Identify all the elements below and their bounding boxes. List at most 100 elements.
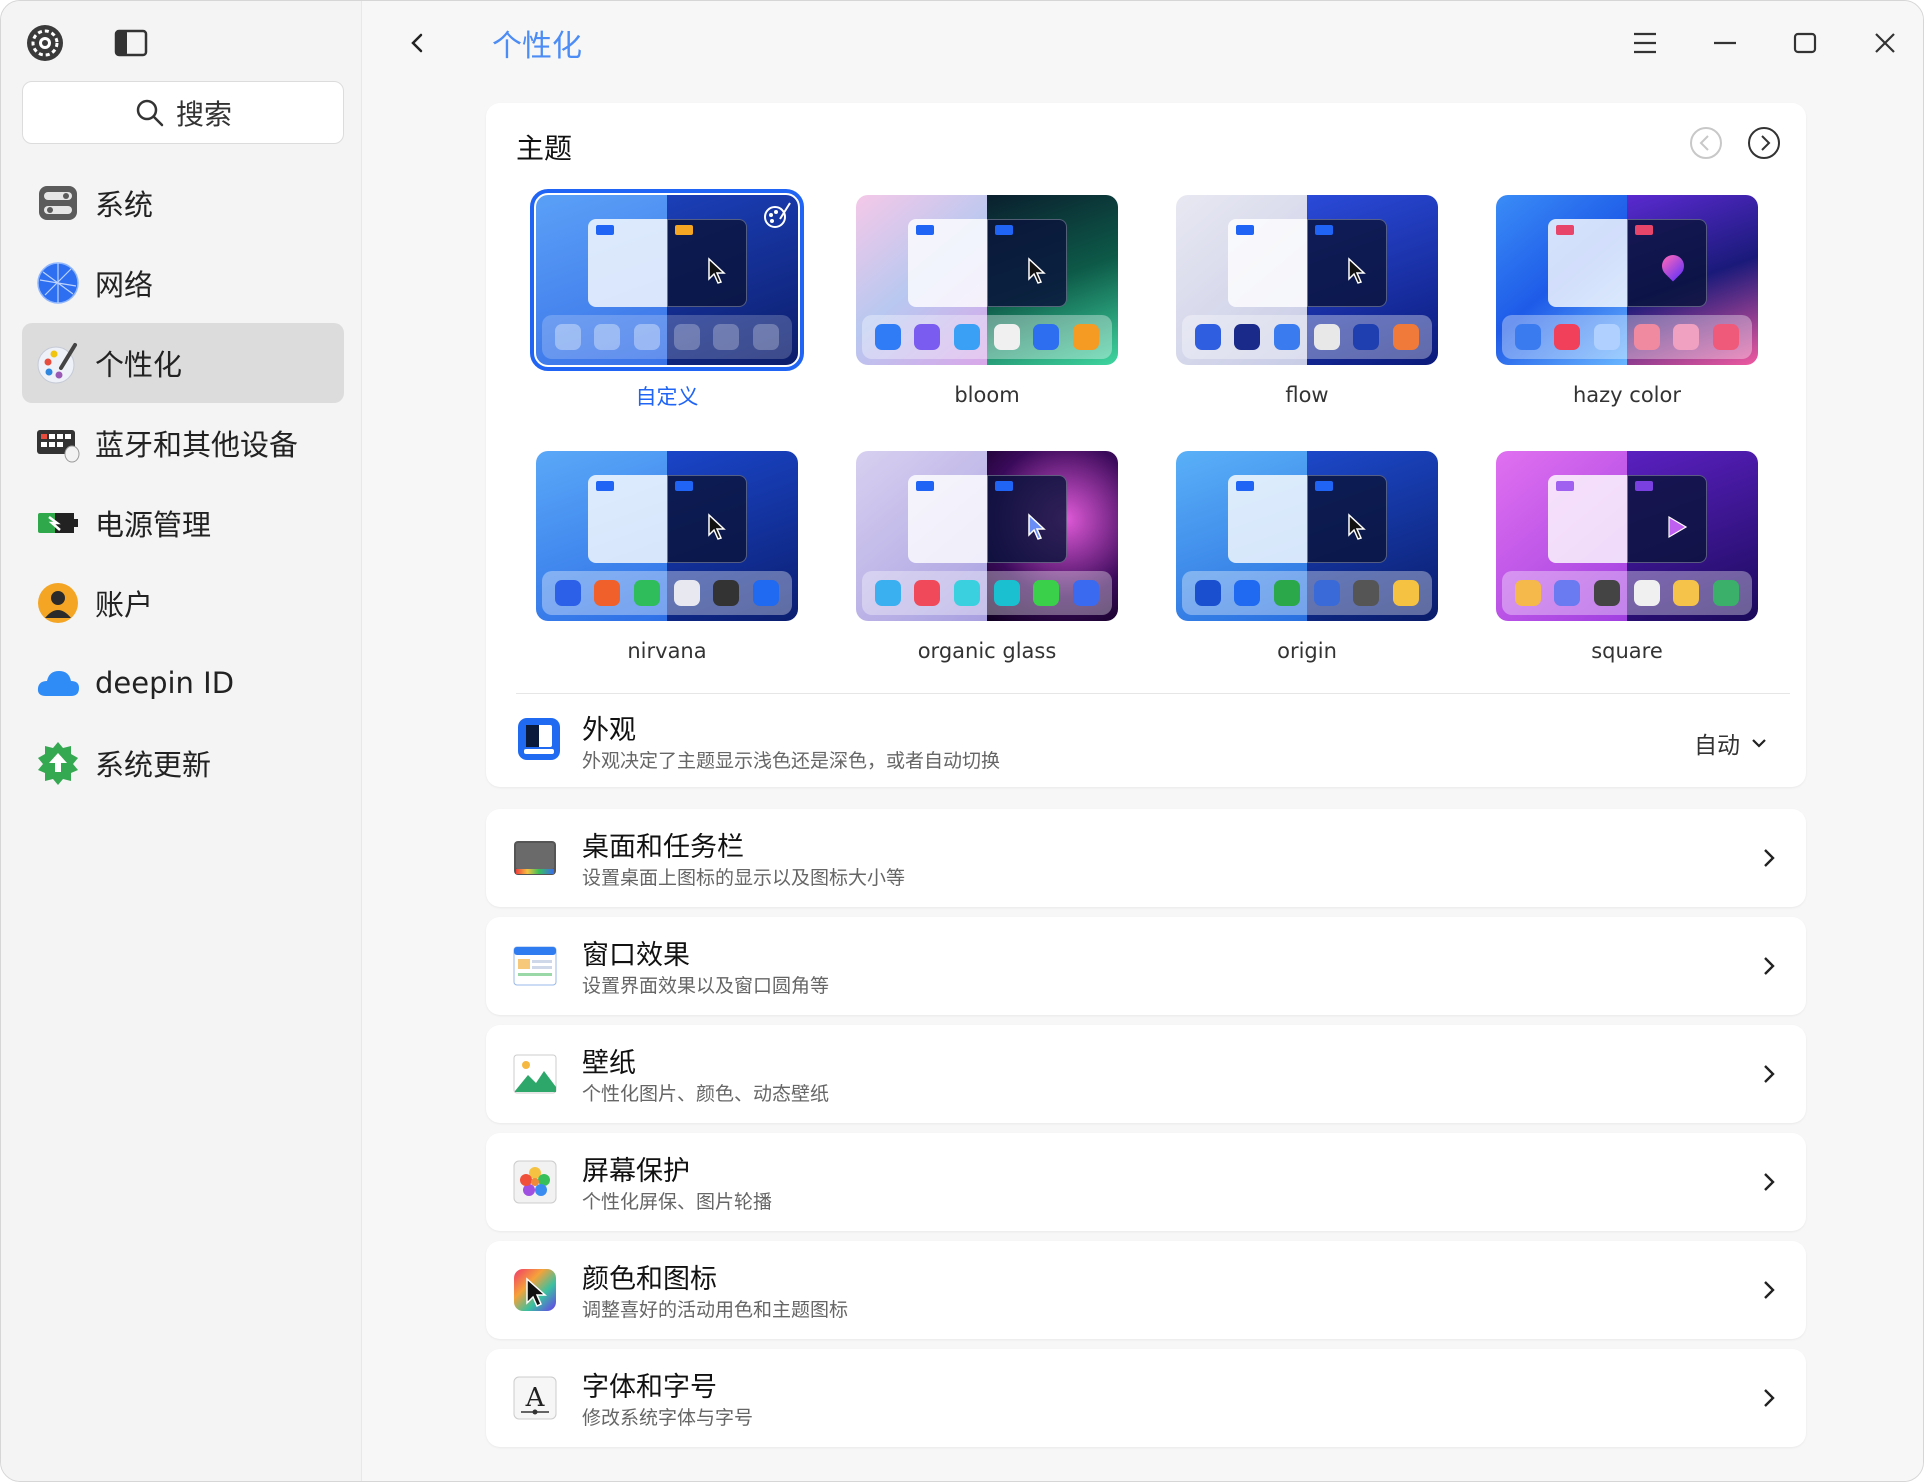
appearance-title: 外观 — [582, 715, 636, 746]
previous-page-icon[interactable] — [1688, 125, 1724, 161]
theme-label: flow — [1285, 383, 1329, 407]
row-subtitle: 设置桌面上图标的显示以及图标大小等 — [582, 867, 906, 889]
settings-row-font-size[interactable]: A 字体和字号 修改系统字体与字号 — [486, 1349, 1806, 1447]
appearance-icon — [518, 718, 560, 760]
next-page-icon[interactable] — [1746, 125, 1782, 161]
theme-section-title: 主题 — [516, 132, 573, 165]
theme-thumbnail-hazy-color[interactable] — [1496, 195, 1758, 365]
row-title: 屏幕保护 — [582, 1156, 690, 1187]
sidebar-item-label: 个性化 — [95, 348, 183, 382]
row-title: 字体和字号 — [582, 1372, 717, 1403]
menu-icon[interactable] — [1625, 23, 1665, 63]
sidebar-nav: 系统 网络 个性化 蓝牙和其他设备 电源管理 账户 deepin ID 系统更新 — [22, 163, 344, 803]
sidebar-item-label: 电源管理 — [95, 508, 212, 542]
chevron-right-icon — [1764, 849, 1775, 867]
wallpaper-icon — [513, 1054, 557, 1094]
sidebar: 搜索 系统 网络 个性化 蓝牙和其他设备 电源管理 账户 deepin ID 系… — [1, 1, 362, 1481]
titlebar: 个性化 — [362, 1, 1923, 85]
sidebar-item-label: 系统更新 — [95, 748, 212, 782]
sidebar-item-accounts[interactable]: 账户 — [22, 563, 344, 643]
sidebar-item-deepin-id[interactable]: deepin ID — [22, 643, 344, 723]
appearance-row: 外观 外观决定了主题显示浅色还是深色，或者自动切换 自动 — [516, 693, 1790, 773]
row-title: 窗口效果 — [582, 940, 690, 971]
chevron-right-icon — [1764, 1281, 1775, 1299]
theme-thumbnail-organic-glass[interactable] — [856, 451, 1118, 621]
chevron-right-icon — [1764, 1389, 1775, 1407]
chevron-right-icon — [1764, 957, 1775, 975]
close-icon[interactable] — [1865, 23, 1905, 63]
sidebar-item-power[interactable]: 电源管理 — [22, 483, 344, 563]
theme-label: square — [1591, 639, 1663, 663]
sidebar-item-label: deepin ID — [95, 666, 235, 700]
sidebar-item-bluetooth[interactable]: 蓝牙和其他设备 — [22, 403, 344, 483]
minimize-icon[interactable] — [1705, 23, 1745, 63]
battery-power-icon — [38, 513, 78, 533]
toggle-switches-icon — [39, 186, 77, 220]
palette-brush-icon — [37, 343, 77, 384]
svg-text:A: A — [525, 1383, 546, 1413]
theme-label: 自定义 — [635, 385, 699, 409]
appearance-value: 自动 — [1694, 733, 1740, 759]
settings-row-colors-icons[interactable]: 颜色和图标 调整喜好的活动用色和主题图标 — [486, 1241, 1806, 1339]
theme-thumbnail-square[interactable] — [1496, 451, 1758, 621]
theme-thumbnail-nirvana[interactable] — [536, 451, 798, 621]
color-icons-icon — [514, 1269, 556, 1311]
sidebar-item-network[interactable]: 网络 — [22, 243, 344, 323]
settings-row-window-effect[interactable]: 窗口效果 设置界面效果以及窗口圆角等 — [486, 917, 1806, 1015]
search-icon — [136, 99, 164, 126]
theme-card: 主题 自定义 bloom flow hazy color nirvana org… — [486, 103, 1806, 787]
desktop-taskbar-icon — [514, 841, 556, 875]
account-person-icon — [38, 583, 78, 623]
back-arrow-icon[interactable] — [402, 27, 432, 59]
row-title: 颜色和图标 — [582, 1264, 717, 1295]
appearance-subtitle: 外观决定了主题显示浅色还是深色，或者自动切换 — [582, 750, 1001, 772]
sidebar-item-label: 网络 — [95, 268, 154, 302]
sidebar-item-update[interactable]: 系统更新 — [22, 723, 344, 803]
sidebar-item-system[interactable]: 系统 — [22, 163, 344, 243]
chevron-right-icon — [1764, 1065, 1775, 1083]
row-subtitle: 调整喜好的活动用色和主题图标 — [582, 1299, 849, 1321]
update-arrow-icon — [38, 742, 78, 785]
row-subtitle: 个性化屏保、图片轮播 — [582, 1191, 773, 1213]
sidebar-item-label: 账户 — [95, 588, 154, 622]
maximize-icon[interactable] — [1785, 23, 1825, 63]
theme-label: hazy color — [1572, 383, 1681, 407]
chevron-down-icon — [1752, 739, 1766, 748]
cloud-icon — [37, 671, 79, 696]
font-size-icon: A — [513, 1376, 557, 1420]
screensaver-icon — [513, 1160, 557, 1204]
palette-icon — [764, 202, 791, 228]
theme-label: bloom — [954, 383, 1020, 407]
sidebar-toggle-icon[interactable] — [113, 27, 149, 59]
settings-row-wallpaper[interactable]: 壁纸 个性化图片、颜色、动态壁纸 — [486, 1025, 1806, 1123]
appearance-dropdown[interactable]: 自动 — [1694, 726, 1768, 760]
page-title: 个性化 — [492, 29, 582, 64]
settings-row-screensaver[interactable]: 屏幕保护 个性化屏保、图片轮播 — [486, 1133, 1806, 1231]
row-subtitle: 个性化图片、颜色、动态壁纸 — [582, 1083, 830, 1105]
main-panel: 个性化 主题 自定义 bloom flow hazy color nirvana… — [362, 1, 1923, 1481]
row-subtitle: 设置界面效果以及窗口圆角等 — [582, 975, 830, 997]
theme-thumbnail-flow[interactable] — [1176, 195, 1438, 365]
chevron-right-icon — [1764, 1173, 1775, 1191]
sidebar-header — [1, 1, 362, 81]
theme-thumbnail-origin[interactable] — [1176, 451, 1438, 621]
window-effect-icon — [513, 946, 557, 986]
theme-thumbnail-custom[interactable] — [530, 189, 804, 371]
search-box[interactable]: 搜索 — [22, 81, 344, 144]
keyboard-devices-icon — [37, 430, 80, 463]
settings-row-desktop-taskbar[interactable]: 桌面和任务栏 设置桌面上图标的显示以及图标大小等 — [486, 809, 1806, 907]
row-title: 桌面和任务栏 — [582, 832, 744, 863]
theme-label: origin — [1277, 639, 1337, 663]
globe-network-icon — [37, 262, 79, 304]
settings-gear-icon[interactable] — [25, 23, 65, 63]
theme-label: organic glass — [917, 639, 1057, 663]
row-title: 壁纸 — [582, 1048, 636, 1079]
sidebar-item-label: 蓝牙和其他设备 — [95, 428, 299, 462]
theme-label: nirvana — [627, 639, 707, 663]
settings-window: 搜索 系统 网络 个性化 蓝牙和其他设备 电源管理 账户 deepin ID 系… — [0, 0, 1924, 1482]
row-subtitle: 修改系统字体与字号 — [582, 1407, 754, 1429]
sidebar-item-label: 系统 — [95, 188, 154, 222]
sidebar-item-personalization[interactable]: 个性化 — [22, 323, 344, 403]
search-label: 搜索 — [175, 97, 232, 131]
theme-thumbnail-bloom[interactable] — [856, 195, 1118, 365]
